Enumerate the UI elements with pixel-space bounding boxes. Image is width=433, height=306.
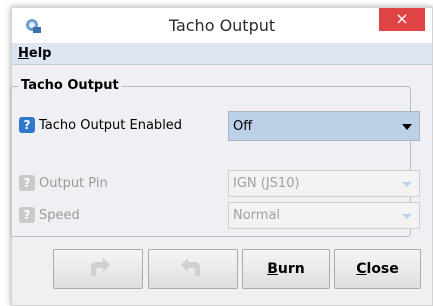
title-bar[interactable]: Tacho Output ×: [12, 8, 432, 43]
output-pin-label: Output Pin: [39, 176, 108, 191]
tacho-output-enabled-select[interactable]: Off: [228, 111, 420, 141]
tacho-output-enabled-label: Tacho Output Enabled: [39, 118, 183, 133]
burn-button[interactable]: Burn: [242, 249, 330, 289]
menu-help-label: elp: [28, 46, 52, 61]
burn-mnemonic: B: [267, 261, 278, 277]
redo-button[interactable]: [148, 249, 238, 289]
output-pin-value: IGN (JS10): [233, 176, 300, 191]
window-title: Tacho Output: [168, 16, 276, 35]
dropdown-arrow: [395, 171, 419, 196]
menu-bar: Help: [12, 43, 432, 65]
menu-help[interactable]: Help: [18, 46, 51, 61]
chevron-down-icon: [402, 214, 412, 219]
help-question-icon: ?: [19, 175, 35, 191]
undo-arrow-icon: [91, 258, 110, 276]
dropdown-arrow[interactable]: [395, 112, 419, 140]
chevron-down-icon: [402, 182, 412, 187]
close-label: lose: [366, 261, 399, 277]
close-window-button[interactable]: ×: [379, 8, 425, 31]
chevron-down-icon: [402, 124, 412, 130]
redo-arrow-icon: [181, 258, 200, 276]
help-question-icon: ?: [19, 207, 35, 223]
output-pin-select: IGN (JS10): [228, 170, 420, 197]
undo-button[interactable]: [53, 249, 143, 289]
help-question-icon[interactable]: ?: [19, 117, 35, 133]
tacho-output-enabled-value: Off: [233, 119, 253, 134]
burn-label: urn: [277, 261, 305, 277]
speed-select: Normal: [228, 202, 420, 229]
speed-value: Normal: [233, 208, 281, 223]
dropdown-arrow: [395, 203, 419, 228]
speed-label: Speed: [39, 208, 80, 223]
menu-help-mnemonic: H: [18, 46, 29, 61]
close-button[interactable]: Close: [334, 249, 421, 289]
group-title: Tacho Output: [18, 78, 122, 93]
close-mnemonic: C: [356, 261, 367, 277]
